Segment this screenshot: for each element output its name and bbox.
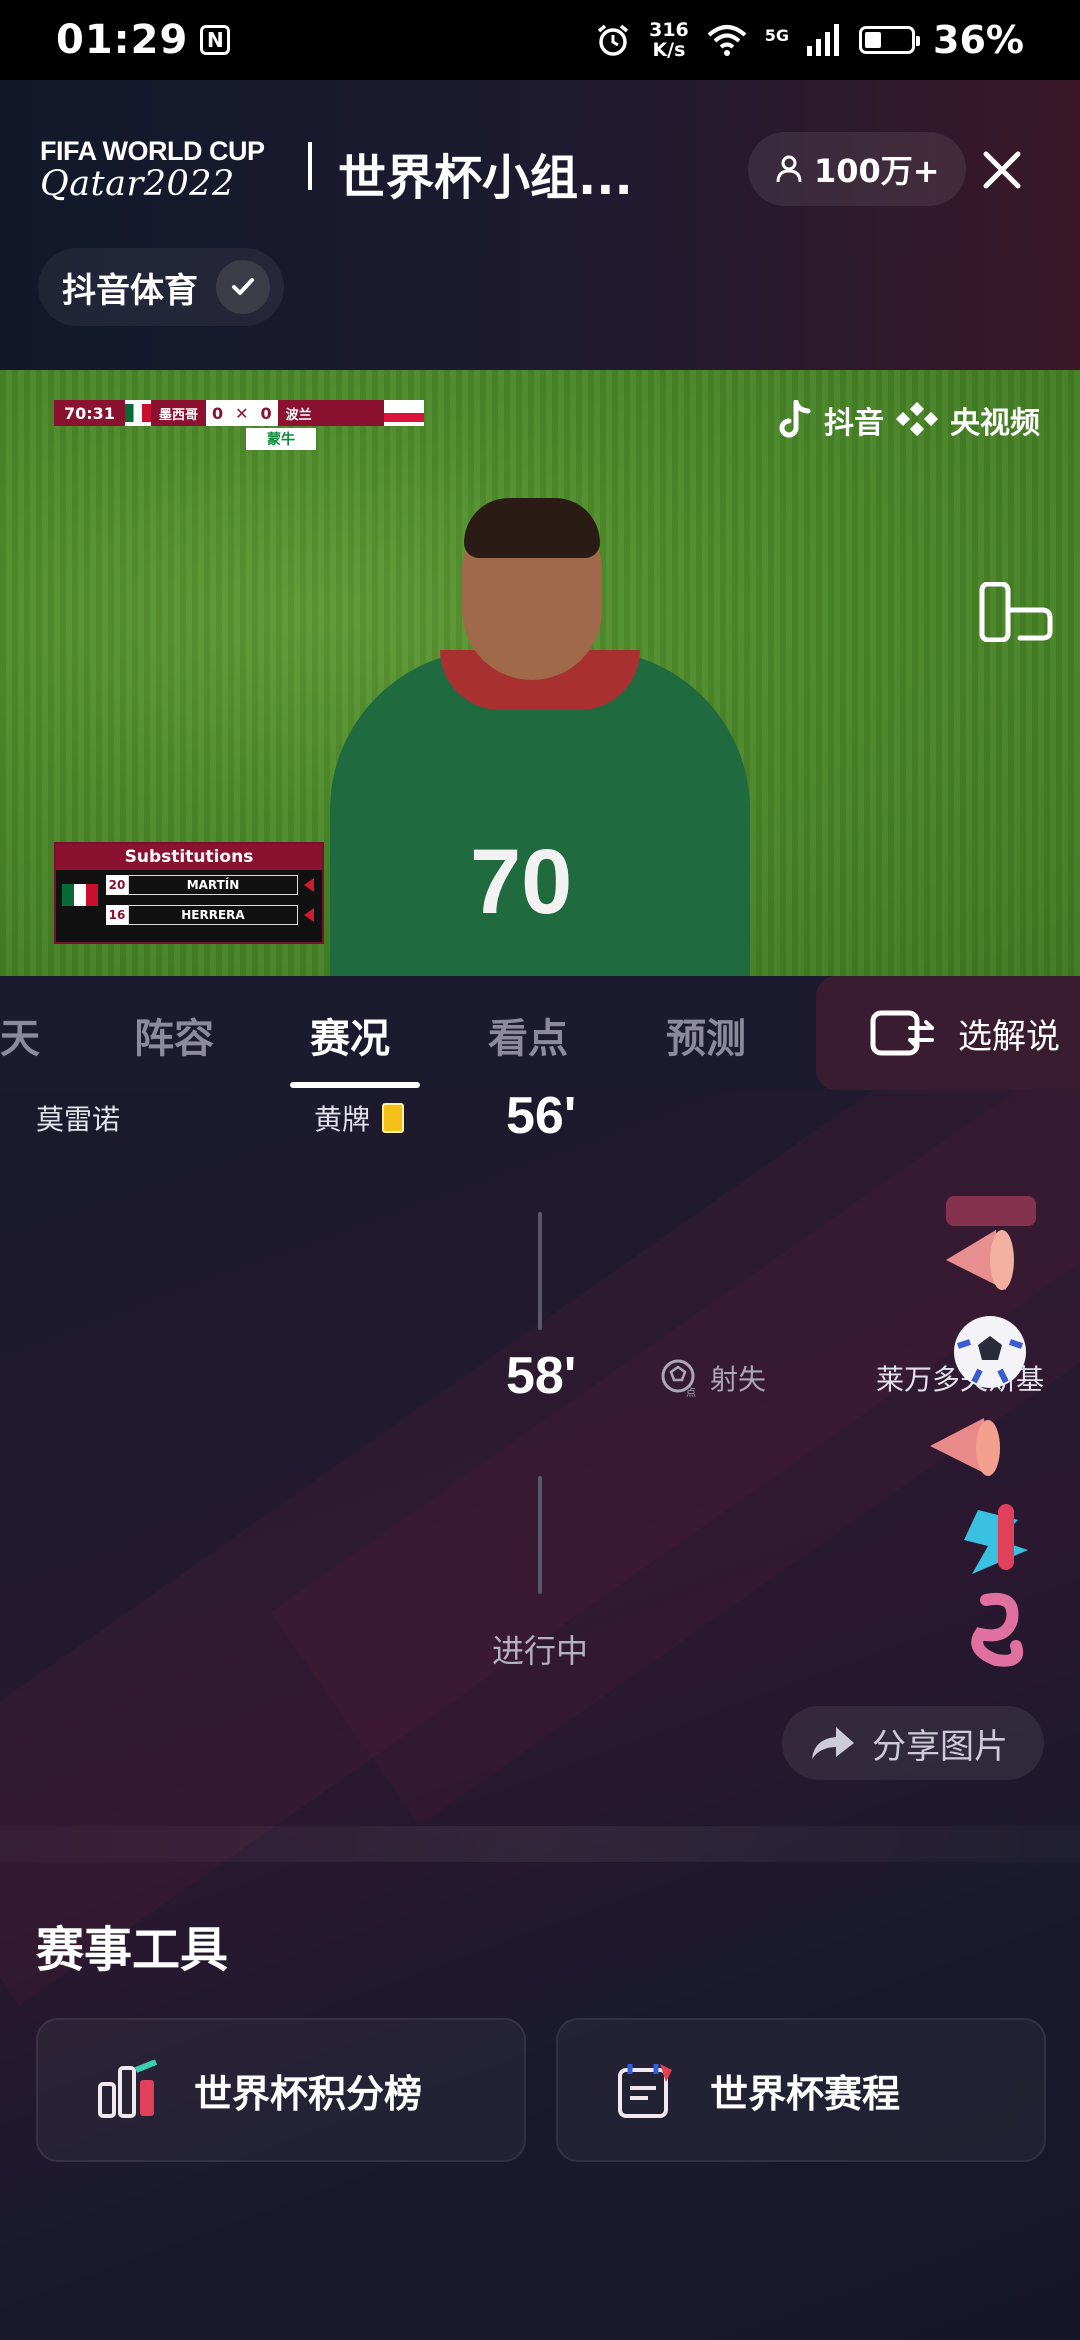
sub-number: 16 bbox=[106, 905, 128, 925]
sub-name: MARTÍN bbox=[128, 875, 298, 895]
megaphone-icon bbox=[946, 1230, 1014, 1290]
tab-chat[interactable]: 天 bbox=[0, 1006, 40, 1064]
event-minute: 56' bbox=[506, 1090, 577, 1145]
signal-icon bbox=[807, 24, 840, 56]
channel-name: 抖音体育 bbox=[62, 270, 198, 311]
network-speed: 316 K/s bbox=[649, 20, 689, 60]
logo-bottom-text: Qatar2022 bbox=[40, 164, 235, 204]
channel-badge[interactable]: 抖音体育 bbox=[38, 248, 284, 326]
alarm-icon bbox=[597, 24, 629, 56]
lightning-icon bbox=[964, 1504, 1028, 1574]
schedule-tool-card[interactable]: 世界杯赛程 bbox=[556, 2018, 1046, 2162]
watermark-yangshipin: 央视频 bbox=[950, 406, 1040, 441]
event-type: 点 射失 bbox=[660, 1358, 766, 1398]
home-team: 墨西哥 bbox=[150, 400, 206, 426]
tools-section-title: 赛事工具 bbox=[36, 1922, 229, 1978]
tab-bar: 天 阵容 赛况 看点 预测 选解说 bbox=[0, 976, 1080, 1090]
score-separator-icon: ✕ bbox=[229, 400, 255, 426]
event-type-label: 射失 bbox=[710, 1363, 767, 1396]
match-in-progress-label: 进行中 bbox=[491, 1632, 588, 1670]
standings-tool-card[interactable]: 世界杯积分榜 bbox=[36, 2018, 526, 2162]
away-score: 0 bbox=[254, 400, 278, 426]
logo-top-text: FIFA WORLD CUP bbox=[40, 136, 265, 166]
sub-arrow-icon bbox=[304, 878, 314, 892]
status-time: 01:29 bbox=[56, 17, 189, 63]
substitutions-title: Substitutions bbox=[56, 844, 322, 870]
douyin-logo-icon bbox=[779, 400, 811, 438]
player-hair bbox=[464, 498, 600, 558]
event-minute: 58' bbox=[506, 1347, 577, 1405]
active-tab-indicator bbox=[290, 1082, 420, 1088]
live-video-player[interactable]: 70 70:31 墨西哥 0 ✕ 0 波兰 蒙牛 抖音 央视频 Substitu… bbox=[0, 370, 1080, 976]
timeline-connector bbox=[538, 1212, 542, 1330]
match-status-panel: 莫雷诺 黄牌 56' 58' 点 射失 莱万多夫斯基 进行中 分享图片 赛事工具 bbox=[0, 1090, 1080, 2340]
svg-text:点: 点 bbox=[686, 1387, 696, 1398]
sub-name: HERRERA bbox=[128, 905, 298, 925]
substitution-row: 20 MARTÍN bbox=[56, 870, 322, 900]
room-title[interactable]: 世界杯小组... bbox=[338, 138, 633, 208]
battery-percent: 36% bbox=[933, 18, 1024, 62]
megaphone-icon bbox=[930, 1418, 1000, 1476]
watermark-douyin: 抖音 bbox=[824, 406, 884, 441]
world-cup-logo: FIFA WORLD CUP Qatar2022 bbox=[40, 138, 290, 202]
network-speed-unit: K/s bbox=[652, 39, 686, 61]
tab-match-status[interactable]: 赛况 bbox=[310, 1006, 390, 1064]
sub-number: 20 bbox=[106, 875, 128, 895]
close-icon bbox=[983, 151, 1021, 189]
substitution-row: 16 HERRERA bbox=[56, 900, 322, 930]
standings-chart-icon bbox=[98, 2060, 158, 2118]
select-commentary-label: 选解说 bbox=[958, 1016, 1060, 1057]
sponsor-logo: 蒙牛 bbox=[246, 428, 316, 450]
select-commentary-button[interactable]: 选解说 bbox=[816, 976, 1080, 1090]
person-icon bbox=[776, 155, 802, 183]
timeline-connector bbox=[538, 1476, 542, 1594]
substitutions-graphic: Substitutions 20 MARTÍN 16 HERRERA bbox=[54, 842, 324, 944]
schedule-label: 世界杯赛程 bbox=[710, 2071, 901, 2116]
cctv-video-logo-icon bbox=[895, 401, 939, 437]
header-divider bbox=[308, 142, 312, 190]
broadcast-watermark: 抖音 央视频 bbox=[778, 398, 1040, 442]
rotate-screen-icon[interactable] bbox=[978, 582, 1054, 642]
scorebug: 70:31 墨西哥 0 ✕ 0 波兰 bbox=[54, 400, 424, 426]
jersey-number: 70 bbox=[470, 831, 573, 933]
network-type: 5G bbox=[764, 26, 790, 45]
status-bar: 01:29 N 316 K/s 5G 36% bbox=[0, 0, 1080, 80]
standings-label: 世界杯积分榜 bbox=[194, 2071, 423, 2116]
close-button[interactable] bbox=[972, 140, 1032, 200]
sub-arrow-icon bbox=[304, 908, 314, 922]
tab-prediction[interactable]: 预测 bbox=[666, 1006, 746, 1064]
event-type-label: 黄牌 bbox=[314, 1103, 371, 1136]
share-image-label: 分享图片 bbox=[872, 1726, 1008, 1767]
soccer-ball-icon bbox=[954, 1316, 1026, 1388]
share-arrow-icon bbox=[812, 1727, 854, 1759]
section-divider bbox=[0, 1826, 1080, 1862]
poland-flag-icon bbox=[384, 404, 424, 422]
event-player: 莫雷诺 bbox=[36, 1103, 121, 1136]
viewer-count-button[interactable]: 100万+ bbox=[748, 132, 966, 206]
viewer-count: 100万+ bbox=[814, 152, 940, 190]
tab-lineup[interactable]: 阵容 bbox=[134, 1006, 214, 1064]
live-room-header: FIFA WORLD CUP Qatar2022 世界杯小组... 100万+ … bbox=[0, 80, 1080, 370]
battery-fill bbox=[865, 32, 882, 48]
mexico-flag-icon bbox=[124, 404, 151, 422]
home-score: 0 bbox=[205, 400, 230, 426]
schedule-calendar-icon bbox=[618, 2064, 672, 2118]
wifi-icon bbox=[707, 25, 747, 56]
followed-check-icon[interactable] bbox=[216, 260, 270, 314]
yellow-card-icon bbox=[382, 1103, 405, 1133]
nfc-icon: N bbox=[200, 25, 231, 55]
shot-missed-icon: 点 bbox=[661, 1359, 696, 1398]
switch-commentary-icon bbox=[870, 1010, 934, 1056]
event-type: 黄牌 bbox=[314, 1098, 405, 1138]
share-image-button[interactable]: 分享图片 bbox=[782, 1706, 1044, 1780]
ribbon-icon bbox=[971, 1593, 1023, 1667]
tab-highlights[interactable]: 看点 bbox=[488, 1006, 568, 1064]
battery-icon bbox=[859, 26, 921, 54]
network-speed-value: 316 bbox=[649, 19, 689, 41]
away-team: 波兰 bbox=[277, 400, 384, 426]
match-clock: 70:31 bbox=[54, 400, 125, 426]
